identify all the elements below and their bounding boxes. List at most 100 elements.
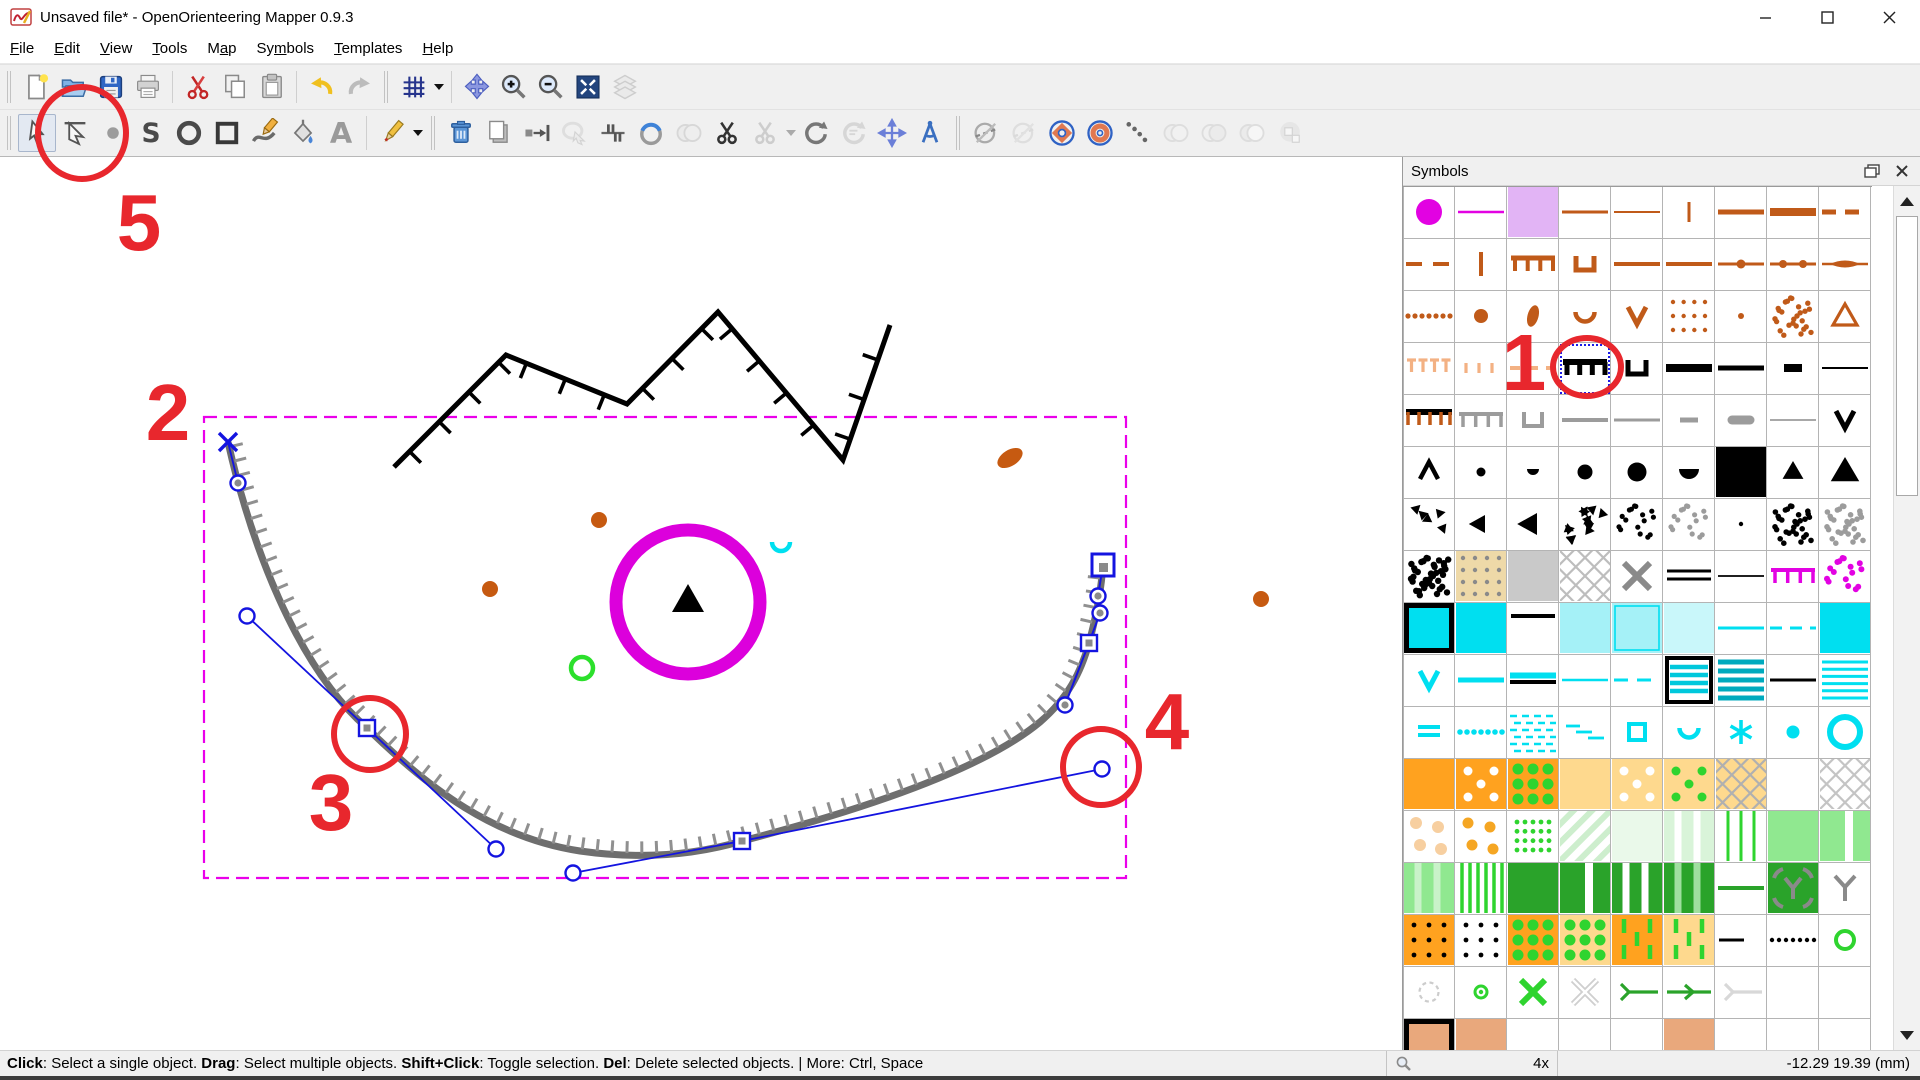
symbol-tile[interactable]	[1715, 811, 1767, 863]
symbol-tile[interactable]	[1455, 863, 1507, 915]
pen-button[interactable]	[373, 114, 411, 152]
symbol-tile[interactable]	[1715, 1019, 1767, 1050]
menu-templates[interactable]: Templates	[324, 36, 412, 61]
symbol-tile[interactable]	[1455, 655, 1507, 707]
symbol-tile[interactable]	[1455, 499, 1507, 551]
menu-symbols[interactable]: Symbols	[247, 36, 325, 61]
undo-button[interactable]	[303, 69, 340, 106]
symbol-tile[interactable]	[1819, 915, 1871, 967]
symbol-tile[interactable]	[1559, 915, 1611, 967]
symbol-tile[interactable]	[1715, 759, 1767, 811]
symbol-tile[interactable]	[1611, 707, 1663, 759]
symbols-scrollbar[interactable]	[1893, 186, 1920, 1050]
symbol-tile[interactable]	[1715, 187, 1767, 239]
symbol-tile[interactable]	[1819, 551, 1871, 603]
close-button[interactable]	[1858, 0, 1920, 34]
symbol-tile[interactable]	[1507, 343, 1559, 395]
symbol-tile[interactable]	[1507, 551, 1559, 603]
pan-button[interactable]	[458, 69, 495, 106]
symbol-tile[interactable]	[1819, 707, 1871, 759]
symbol-tile[interactable]	[1559, 291, 1611, 343]
maximize-button[interactable]	[1796, 0, 1858, 34]
symbol-tile[interactable]	[1715, 863, 1767, 915]
symbol-tile[interactable]	[1507, 239, 1559, 291]
draw-freehand-button[interactable]	[246, 114, 284, 152]
symbol-tile[interactable]	[1611, 863, 1663, 915]
symbol-tile[interactable]	[1715, 291, 1767, 343]
symbol-tile[interactable]	[1455, 811, 1507, 863]
symbol-tile[interactable]	[1663, 707, 1715, 759]
symbol-tile[interactable]	[1611, 343, 1663, 395]
symbol-tile[interactable]	[1559, 187, 1611, 239]
symbol-tile[interactable]	[1403, 239, 1455, 291]
symbol-tile[interactable]	[1663, 863, 1715, 915]
edit-line-button[interactable]	[56, 114, 94, 152]
convert-curves-button[interactable]	[632, 114, 670, 152]
point-object[interactable]	[591, 512, 607, 528]
symbol-tile[interactable]	[1507, 655, 1559, 707]
symbol-tile[interactable]	[1767, 759, 1819, 811]
symbol-tile[interactable]	[1715, 967, 1767, 1019]
symbol-tile[interactable]	[1663, 655, 1715, 707]
symbol-tile[interactable]	[1767, 395, 1819, 447]
symbol-tile[interactable]	[1507, 291, 1559, 343]
control-point-handle[interactable]	[566, 866, 581, 881]
pen-dropdown[interactable]	[411, 114, 424, 152]
symbol-tile[interactable]	[1767, 915, 1819, 967]
symbol-tile[interactable]	[1611, 499, 1663, 551]
symbol-tile[interactable]	[1455, 603, 1507, 655]
menu-tools[interactable]: Tools	[142, 36, 197, 61]
symbol-tile[interactable]	[1403, 759, 1455, 811]
symbol-tile[interactable]	[1403, 447, 1455, 499]
symbol-tile[interactable]	[1403, 603, 1455, 655]
draw-path-button[interactable]: S	[132, 114, 170, 152]
symbol-tile[interactable]	[1559, 967, 1611, 1019]
symbol-tile[interactable]	[1455, 187, 1507, 239]
distribute-ring-button[interactable]	[1081, 114, 1119, 152]
grid-dropdown[interactable]	[432, 68, 445, 106]
distribute-diamond-button[interactable]	[1043, 114, 1081, 152]
symbol-tile[interactable]	[1819, 447, 1871, 499]
selected-path-object[interactable]	[228, 442, 1103, 855]
menu-file[interactable]: File	[0, 36, 44, 61]
symbol-tile[interactable]	[1559, 1019, 1611, 1050]
symbol-tile[interactable]	[1559, 759, 1611, 811]
symbol-tile[interactable]	[1611, 603, 1663, 655]
symbol-tile[interactable]	[1455, 759, 1507, 811]
symbol-tile[interactable]	[1403, 967, 1455, 1019]
open-folder-button[interactable]	[55, 69, 92, 106]
symbol-tile[interactable]	[1663, 343, 1715, 395]
symbol-tile[interactable]	[1403, 343, 1455, 395]
symbol-tile[interactable]	[1559, 863, 1611, 915]
symbol-tile[interactable]	[1663, 1019, 1715, 1050]
green-circle-object[interactable]	[571, 657, 593, 679]
symbol-tile[interactable]	[1715, 499, 1767, 551]
symbol-tile[interactable]	[1715, 395, 1767, 447]
zoom-in-button[interactable]	[495, 69, 532, 106]
menu-view[interactable]: View	[90, 36, 142, 61]
symbol-tile[interactable]	[1767, 239, 1819, 291]
symbol-tile[interactable]	[1819, 1019, 1871, 1050]
control-point-handle[interactable]	[240, 609, 255, 624]
symbol-tile[interactable]	[1767, 811, 1819, 863]
float-panel-button[interactable]	[1860, 160, 1884, 182]
symbol-tile[interactable]	[1663, 239, 1715, 291]
symbol-tile[interactable]	[1507, 967, 1559, 1019]
symbol-tile[interactable]	[1559, 811, 1611, 863]
symbol-tile[interactable]	[1611, 655, 1663, 707]
new-file-button[interactable]	[18, 69, 55, 106]
triangle-point-object[interactable]	[672, 584, 704, 612]
menu-edit[interactable]: Edit	[44, 36, 90, 61]
snap-button[interactable]	[518, 114, 556, 152]
symbol-tile[interactable]	[1767, 291, 1819, 343]
symbol-tile[interactable]	[1715, 447, 1767, 499]
symbol-tile[interactable]	[1819, 759, 1871, 811]
symbol-tile[interactable]	[1819, 603, 1871, 655]
symbol-tile[interactable]	[1767, 1019, 1819, 1050]
scroll-up-button[interactable]	[1894, 186, 1920, 216]
symbol-tile[interactable]	[1611, 447, 1663, 499]
symbol-tile[interactable]	[1663, 811, 1715, 863]
symbol-tile[interactable]	[1663, 967, 1715, 1019]
point-object[interactable]	[1253, 591, 1269, 607]
symbol-tile[interactable]	[1455, 395, 1507, 447]
